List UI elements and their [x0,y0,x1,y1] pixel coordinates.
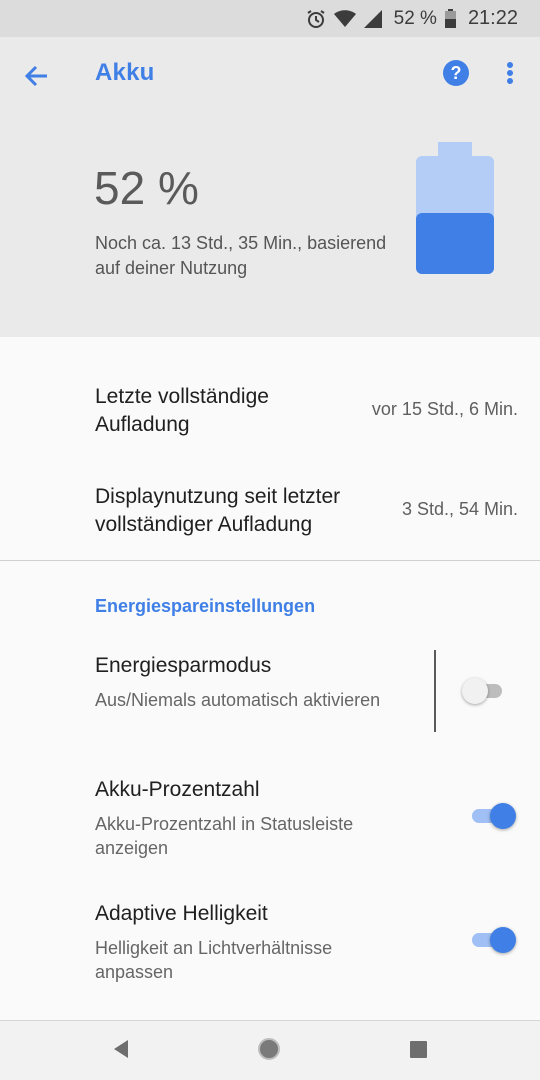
divider [0,560,540,561]
page-title: Akku [95,59,155,86]
battery-cap [438,142,472,158]
last-full-charge-label: Letzte vollständige Aufladung [95,385,269,436]
adaptive-brightness-subtitle: Helligkeit an Lichtverhältnisse anpassen [95,938,333,982]
battery-percentage-subtitle: Akku-Prozentzahl in Statusleiste anzeige… [95,814,354,858]
back-arrow-icon[interactable] [22,61,52,91]
battery-body-fill [416,213,494,274]
section-title: Energiespareinstellungen [95,596,316,616]
battery-saver-toggle[interactable] [462,678,510,704]
screen-usage-value: 3 Std., 54 Min. [401,499,518,519]
remaining-time-text: Noch ca. 13 Std., 35 Min., basierend auf… [95,233,387,278]
settings-list: Letzte vollständige Aufladung vor 15 Std… [0,337,540,1020]
home-circle-icon[interactable] [257,1037,281,1066]
adaptive-brightness-toggle[interactable] [468,927,516,953]
cell-signal-icon [363,9,382,28]
more-options-icon[interactable] [500,59,520,89]
toggle-knob [490,927,516,953]
adaptive-brightness-title: Adaptive Helligkeit [95,902,268,925]
vertical-separator [434,650,436,732]
screen-usage-row[interactable]: Displaynutzung seit letzter vollständige… [0,483,540,543]
navigation-bar [0,1020,540,1080]
status-time: 21:22 [467,7,518,29]
wifi-icon [333,9,356,28]
screen-usage-label: Displaynutzung seit letzter vollständige… [95,485,341,536]
status-bar: 52 % 21:22 [0,0,540,37]
toggle-knob [490,803,516,829]
battery-percentage-toggle[interactable] [468,803,516,829]
recents-square-icon[interactable] [410,1041,427,1063]
battery-icon [444,9,456,28]
adaptive-brightness-setting[interactable]: Adaptive Helligkeit Helligkeit an Lichtv… [0,902,540,982]
battery-header: Akku ? 52 % Noch ca. 13 Std., 35 Min., b… [0,37,540,337]
battery-percentage-title: Akku-Prozentzahl [95,778,260,801]
last-full-charge-row[interactable]: Letzte vollständige Aufladung vor 15 Std… [0,383,540,443]
help-icon[interactable]: ? [443,60,469,86]
last-full-charge-value: vor 15 Std., 6 Min. [371,399,518,419]
alarm-icon [306,9,326,29]
battery-saver-title: Energiesparmodus [95,654,272,677]
battery-saver-subtitle: Aus/Niemals automatisch aktivieren [95,690,381,710]
battery-percentage-setting[interactable]: Akku-Prozentzahl Akku-Prozentzahl in Sta… [0,778,540,858]
back-triangle-icon[interactable] [112,1039,130,1064]
battery-saver-setting[interactable]: Energiesparmodus Aus/Niemals automatisch… [0,650,540,734]
toggle-knob [462,678,488,704]
status-battery-percent: 52 % [393,7,437,29]
battery-percent-large: 52 % [94,162,199,214]
app-bar: Akku ? [0,37,540,111]
battery-level-graphic [416,142,494,274]
